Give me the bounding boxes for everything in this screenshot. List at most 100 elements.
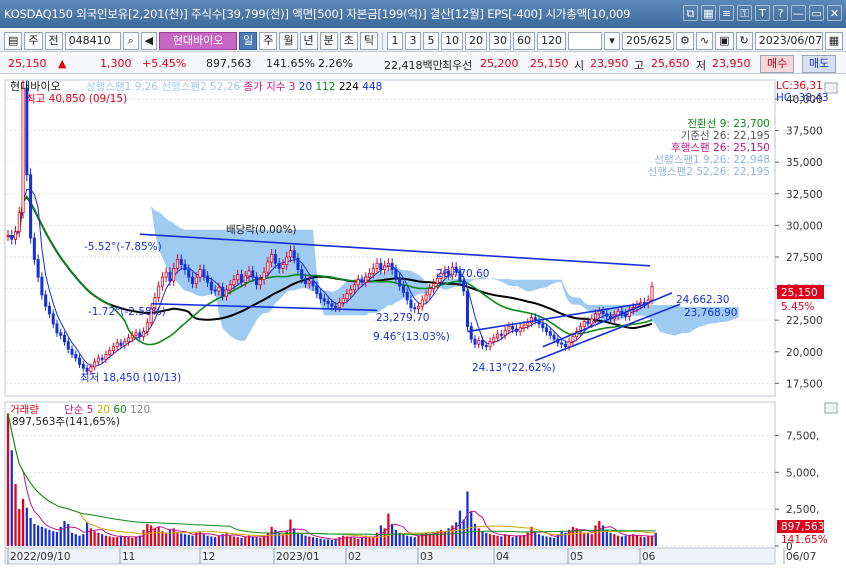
candle xyxy=(108,350,112,355)
candle xyxy=(518,327,522,332)
volume-panel-menu-icon[interactable] xyxy=(824,402,838,414)
candle xyxy=(277,262,281,269)
candle xyxy=(465,290,469,327)
minute-60[interactable]: 60 xyxy=(513,31,535,50)
sound-icon[interactable]: ◀ xyxy=(140,31,158,50)
custom-period-input[interactable] xyxy=(568,31,602,50)
volume-bar xyxy=(157,526,160,546)
search-icon[interactable]: ⌕ xyxy=(122,31,139,50)
tab-week[interactable]: 주 xyxy=(259,31,278,50)
indicator-icon[interactable]: ⚙ xyxy=(676,31,694,50)
candle xyxy=(221,286,225,297)
volume-bar xyxy=(165,532,168,546)
market-select[interactable]: 주 xyxy=(24,31,43,50)
candle xyxy=(134,332,138,336)
chevron-down-icon[interactable]: ▾ xyxy=(604,31,620,50)
candle xyxy=(296,257,300,270)
all-select[interactable]: 전 xyxy=(44,31,63,50)
minute-20[interactable]: 20 xyxy=(465,31,487,50)
volume-bar xyxy=(259,537,262,546)
restore-icon[interactable]: ▭ xyxy=(809,5,824,21)
tab-year[interactable]: 년 xyxy=(299,31,318,50)
tab-second[interactable]: 초 xyxy=(339,31,358,50)
text-icon[interactable]: T xyxy=(755,5,770,21)
candle xyxy=(477,339,481,345)
candle xyxy=(311,280,315,287)
candle xyxy=(157,285,161,298)
volume-bar xyxy=(639,536,642,546)
candle xyxy=(285,256,289,265)
volume-bar xyxy=(590,534,593,546)
stock-code-input[interactable]: 048410 xyxy=(64,31,121,50)
calendar-icon[interactable]: ▦ xyxy=(824,31,844,50)
lc-label: LC:36,31 xyxy=(776,80,823,92)
tab-minute[interactable]: 분 xyxy=(319,31,338,50)
grid-icon[interactable]: ▦ xyxy=(701,5,716,21)
stock-name-box[interactable]: 현대바이오 xyxy=(159,31,238,50)
volume-bar xyxy=(85,522,89,546)
candle xyxy=(10,235,14,240)
candle xyxy=(420,299,424,307)
help-icon[interactable]: ? xyxy=(773,5,788,21)
volume-bar xyxy=(620,536,623,546)
volume-bar xyxy=(417,535,420,546)
trend-label-6: 24.13°(22.62%) xyxy=(472,362,556,374)
menu-button[interactable]: ▤ xyxy=(4,31,23,50)
x-tick-label: 2023/01 xyxy=(276,551,320,563)
candle xyxy=(262,271,266,281)
x-tick-label: 12 xyxy=(202,551,215,563)
buy-button[interactable]: 매수 xyxy=(760,55,795,73)
minute-1[interactable]: 1 xyxy=(387,31,403,50)
volume-bar xyxy=(10,450,13,546)
tab-month[interactable]: 월 xyxy=(279,31,298,50)
candle xyxy=(322,298,326,302)
low-annotation: 최저 18,450 (10/13) xyxy=(80,372,181,384)
tab-day[interactable]: 일 xyxy=(239,31,258,50)
compare-icon[interactable]: ∿ xyxy=(695,31,714,50)
lock-icon[interactable]: ⚿ xyxy=(737,5,752,21)
refresh-icon[interactable]: ↻ xyxy=(735,31,753,50)
volume-bar xyxy=(240,537,243,546)
candle xyxy=(239,274,244,283)
volume-bar xyxy=(104,535,108,546)
volume-bar xyxy=(319,538,322,546)
minute-30[interactable]: 30 xyxy=(489,31,511,50)
candle xyxy=(345,293,349,300)
volume-bar xyxy=(153,528,157,546)
volume-bar xyxy=(112,537,115,546)
candle xyxy=(206,275,210,283)
candle xyxy=(21,87,25,214)
candle xyxy=(315,285,319,295)
minute-5[interactable]: 5 xyxy=(423,31,439,50)
tab-tick[interactable]: 틱 xyxy=(359,31,378,50)
minute-120[interactable]: 120 xyxy=(537,31,566,50)
volume-bar xyxy=(628,534,631,546)
volume-bar xyxy=(632,534,635,546)
range-display[interactable]: 205/625 xyxy=(622,31,674,50)
candle xyxy=(503,329,507,336)
y-tick-label: 17,500 xyxy=(786,378,823,390)
minimize-icon[interactable]: — xyxy=(791,5,806,21)
volume-bar xyxy=(541,535,544,546)
minute-3[interactable]: 3 xyxy=(405,31,421,50)
close-icon[interactable]: ✕ xyxy=(827,5,842,21)
panel-menu-icon[interactable] xyxy=(824,82,838,94)
candle xyxy=(138,332,142,337)
minute-10[interactable]: 10 xyxy=(441,31,463,50)
volume-bar xyxy=(74,534,77,546)
candle xyxy=(232,279,236,286)
volume-bar xyxy=(413,537,416,546)
list-icon[interactable]: ≡ xyxy=(719,5,734,21)
volume-bar xyxy=(545,536,548,546)
candle xyxy=(383,265,387,270)
stock-chart[interactable]: 현대바이오 선행스팬1 9,26 선행스팬2 52,26 종가 지수 3 20 … xyxy=(0,76,846,568)
window-icon[interactable]: ⧉ xyxy=(683,5,698,21)
volume-bar xyxy=(255,537,258,546)
volume-bar xyxy=(488,534,492,546)
save-icon[interactable]: ▣ xyxy=(715,31,734,50)
candle xyxy=(567,341,571,348)
volume-bar xyxy=(40,526,44,546)
date-input[interactable]: 2023/06/07 xyxy=(754,31,823,50)
sell-button[interactable]: 매도 xyxy=(802,55,837,73)
candle xyxy=(424,294,428,301)
